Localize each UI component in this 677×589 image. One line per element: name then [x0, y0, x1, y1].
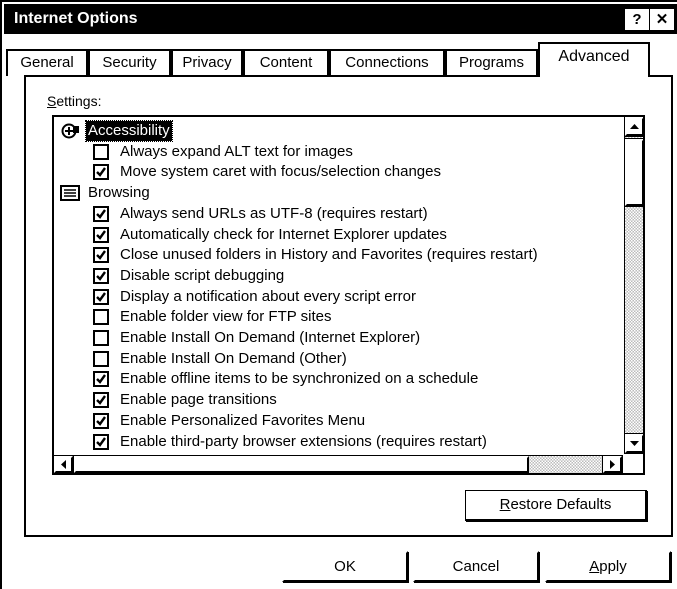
tab-privacy[interactable]: Privacy [171, 49, 243, 76]
title-bar[interactable]: Internet Options ? ✕ [4, 4, 677, 34]
checkbox-unchecked[interactable] [93, 350, 109, 367]
setting-label: Enable third-party browser extensions (r… [120, 432, 487, 450]
setting-label: Display a notification about every scrip… [120, 287, 416, 305]
checkbox-unchecked[interactable] [93, 309, 109, 326]
checkmark-icon [96, 416, 106, 426]
ok-button[interactable]: OK [282, 551, 408, 582]
setting-label: Always send URLs as UTF-8 (requires rest… [120, 204, 428, 222]
tab-programs[interactable]: Programs [445, 49, 538, 76]
checkmark-icon [96, 167, 106, 178]
scroll-down-button[interactable] [624, 433, 643, 454]
checkbox-checked[interactable] [93, 205, 109, 222]
browsing-icon [60, 185, 80, 202]
category-label: Accessibility [85, 120, 173, 142]
scroll-left-button[interactable] [54, 455, 74, 473]
tab-content[interactable]: Content [243, 49, 329, 76]
scroll-up-button[interactable] [624, 117, 643, 137]
setting-label: Enable Install On Demand (Internet Explo… [120, 329, 421, 346]
checkmark-icon [96, 374, 106, 385]
checkbox-checked[interactable] [93, 371, 109, 388]
checkmark-icon [96, 209, 106, 219]
arrow-right-icon [610, 460, 615, 469]
settings-tree-list[interactable]: Accessibility Always expand ALT text for … [52, 115, 645, 475]
checkbox-unchecked[interactable] [93, 330, 109, 346]
checkbox-checked[interactable] [93, 433, 109, 450]
horizontal-scroll-thumb[interactable] [74, 456, 529, 473]
checkbox-checked[interactable] [93, 412, 109, 429]
setting-label: Disable script debugging [120, 266, 285, 284]
vertical-scrollbar[interactable] [624, 117, 643, 454]
checkbox-checked[interactable] [93, 267, 109, 284]
tab-general[interactable]: General [6, 49, 88, 76]
setting-label: Enable Personalized Favorites Menu [120, 411, 366, 429]
horizontal-scrollbar[interactable] [54, 455, 623, 473]
checkmark-icon [96, 436, 106, 447]
checkbox-unchecked[interactable] [93, 143, 109, 160]
arrow-left-icon [61, 460, 66, 469]
checkbox-checked[interactable] [93, 392, 109, 409]
setting-label: Close unused folders in History and Favo… [120, 246, 538, 264]
window-title: Internet Options [14, 10, 138, 27]
apply-button[interactable]: Apply [545, 551, 671, 582]
checkbox-checked[interactable] [93, 288, 109, 305]
setting-label: Automatically check for Internet Explore… [120, 225, 447, 243]
arrow-down-icon [630, 441, 639, 446]
checkmark-icon [96, 395, 106, 405]
settings-label: Settings: [47, 93, 102, 109]
tab-connections[interactable]: Connections [329, 49, 445, 76]
setting-label: Enable Install On Demand (Other) [120, 349, 347, 367]
cancel-button[interactable]: Cancel [413, 551, 539, 582]
setting-label: Always expand ALT text for images [120, 142, 353, 160]
checkbox-checked[interactable] [93, 164, 109, 181]
setting-label: Enable folder view for FTP sites [120, 308, 332, 326]
close-button[interactable]: ✕ [650, 9, 674, 30]
setting-label: Enable page transitions [120, 391, 277, 409]
vertical-scroll-thumb[interactable] [624, 138, 643, 207]
category-label: Browsing [88, 184, 150, 202]
setting-label: Move system caret with focus/selection c… [120, 163, 441, 181]
tab-advanced[interactable]: Advanced [538, 42, 650, 77]
help-button[interactable]: ? [625, 9, 649, 30]
checkmark-icon [96, 229, 106, 240]
setting-label: Enable offline items to be synchronized … [120, 370, 479, 388]
arrow-up-icon [630, 124, 639, 129]
scroll-right-button[interactable] [602, 455, 623, 473]
tab-security[interactable]: Security [88, 49, 171, 76]
checkbox-checked[interactable] [93, 226, 109, 243]
checkbox-checked[interactable] [93, 247, 109, 264]
checkmark-icon [96, 250, 106, 261]
restore-defaults-button[interactable]: Restore Defaults [465, 490, 647, 521]
accessibility-icon [60, 123, 80, 139]
checkmark-icon [96, 271, 106, 281]
checkmark-icon [96, 291, 106, 302]
